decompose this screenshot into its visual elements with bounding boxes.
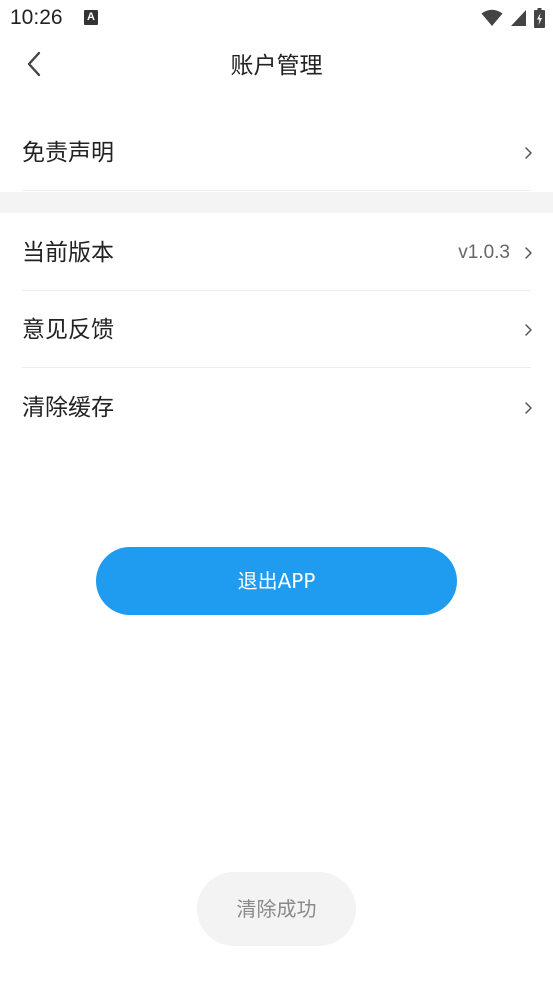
- version-value: v1.0.3: [458, 242, 510, 263]
- chevron-right-icon: [521, 398, 535, 418]
- chevron-right-icon: [521, 143, 535, 163]
- status-icons: [481, 7, 545, 29]
- toast-message: 清除成功: [197, 872, 356, 946]
- wifi-icon: [481, 9, 503, 27]
- logout-button[interactable]: 退出APP: [96, 547, 457, 615]
- chevron-right-icon: [521, 243, 535, 263]
- section-divider: [0, 192, 553, 213]
- row-label: 免责声明: [22, 140, 114, 166]
- row-current-version[interactable]: 当前版本 v1.0.3: [0, 215, 553, 291]
- row-disclaimer[interactable]: 免责声明: [0, 115, 553, 191]
- battery-charging-icon: [534, 8, 545, 28]
- account-management-screen: 10:26 A 账户管理 免责声明 当前版本 v1.0.3 意见反馈 清除缓存 …: [0, 0, 553, 984]
- signal-icon: [510, 9, 527, 27]
- divider: [22, 367, 531, 368]
- row-label: 意见反馈: [22, 317, 114, 343]
- a-letter-icon: A: [84, 10, 98, 25]
- divider: [22, 290, 531, 291]
- page-title: 账户管理: [230, 53, 323, 79]
- row-feedback[interactable]: 意见反馈: [0, 292, 553, 368]
- header: 账户管理: [0, 36, 553, 98]
- status-time: 10:26: [10, 6, 63, 29]
- divider: [22, 190, 531, 191]
- row-label: 当前版本: [22, 240, 114, 266]
- status-bar: 10:26 A: [0, 0, 553, 36]
- row-label: 清除缓存: [22, 395, 114, 421]
- row-clear-cache[interactable]: 清除缓存: [0, 370, 553, 446]
- chevron-right-icon: [521, 320, 535, 340]
